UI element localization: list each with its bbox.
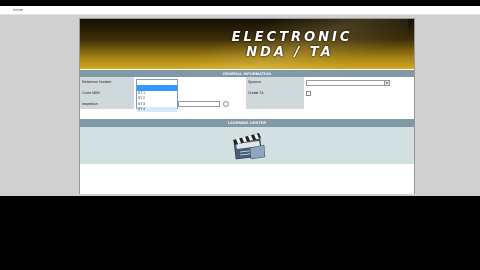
header-banner: ELECTRONIC NDA / TA <box>80 19 414 69</box>
inspection-input[interactable] <box>178 101 220 107</box>
chevron-down-icon[interactable]: ▼ <box>384 81 389 85</box>
browser-tab-bar: home <box>0 6 480 15</box>
general-information-form: Reference Number Cover MBH Inspection ST… <box>80 77 414 117</box>
list-option-hovered[interactable]: ST 4 <box>137 106 177 113</box>
sponsor-select[interactable]: ▼ <box>306 80 390 86</box>
browser-tab[interactable]: home <box>13 7 23 12</box>
browser-window: home ELECTRONIC NDA / TA GENERAL INFORMA… <box>0 6 480 196</box>
page-content: ELECTRONIC NDA / TA GENERAL INFORMATION … <box>79 18 415 194</box>
create-ta-label: Create TA <box>248 91 264 95</box>
reference-number-label: Reference Number <box>82 80 112 84</box>
learning-center-header: LEARNING CENTER <box>80 119 414 127</box>
sponsor-label: Sponsor <box>248 80 262 84</box>
reference-number-listbox[interactable]: ST 1 ST 2 ST 3 ST 4 <box>136 79 178 113</box>
banner-title-line2: NDA / TA <box>246 45 334 60</box>
inspection-lookup-button[interactable] <box>223 101 229 107</box>
create-ta-checkbox[interactable] <box>306 91 311 96</box>
cover-mbh-label: Cover MBH <box>82 91 101 95</box>
content-footer <box>80 164 414 194</box>
inspection-label: Inspection <box>82 102 98 106</box>
learning-center-panel <box>80 127 414 164</box>
banner-title-line1: ELECTRONIC <box>231 30 353 45</box>
clapperboard-icon[interactable] <box>230 130 266 160</box>
